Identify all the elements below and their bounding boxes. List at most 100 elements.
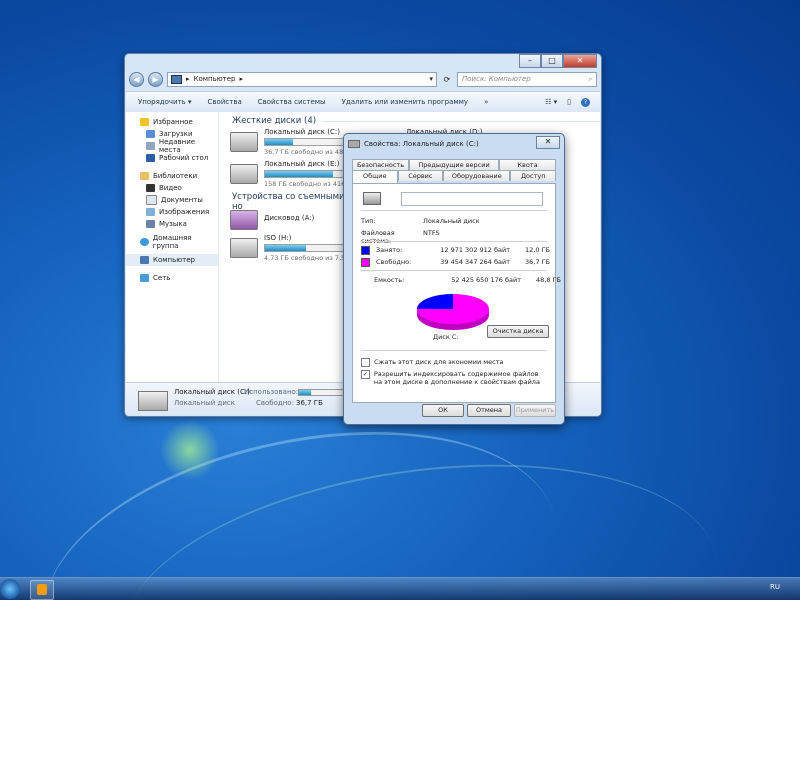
images-icon: [146, 208, 155, 216]
drive-name: Дисковод (A:): [264, 214, 315, 222]
tab-security[interactable]: Безопасность: [352, 159, 409, 170]
help-icon[interactable]: ?: [581, 97, 590, 107]
search-placeholder: Поиск: Компьютер: [462, 75, 531, 83]
breadcrumb-separator-icon: ▸: [186, 75, 190, 83]
music-icon: [146, 220, 155, 228]
tab-tools[interactable]: Сервис: [397, 170, 444, 181]
usage-fill: [265, 245, 306, 251]
network-icon: [140, 274, 149, 282]
properties-dialog: Свойства: Локальный диск (C:) ✕ Безопасн…: [343, 133, 565, 425]
tab-hardware[interactable]: Оборудование: [443, 170, 511, 181]
dialog-title-bar[interactable]: Свойства: Локальный диск (C:): [348, 137, 560, 151]
compress-option[interactable]: Сжать этот диск для экономии места: [361, 358, 504, 367]
tab-general[interactable]: Общие: [352, 170, 398, 183]
taskbar: RU: [0, 577, 800, 600]
nav-music[interactable]: Музыка: [126, 218, 218, 230]
language-indicator[interactable]: RU: [770, 583, 780, 591]
hard-drive-icon: [230, 164, 258, 184]
minimize-button[interactable]: –: [519, 54, 541, 68]
address-row: ◀ ▶ ▸ Компьютер ▸ ▾ ⟳ Поиск: Компьютер ⌕: [129, 71, 597, 87]
free-color-swatch: [361, 258, 370, 267]
volume-label-input[interactable]: [401, 192, 543, 206]
recent-places-icon: [146, 142, 155, 150]
capacity-row: Емкость: 52 425 650 176 байт 48,8 ГБ: [374, 276, 561, 284]
nav-libraries[interactable]: Библиотеки: [126, 170, 218, 182]
breadcrumb-separator-icon: ▸: [239, 75, 243, 83]
star-icon: [140, 118, 149, 126]
uninstall-button[interactable]: Удалить или изменить программу: [342, 98, 468, 106]
homegroup-icon: [140, 238, 149, 246]
media-player-icon: [37, 584, 47, 595]
nav-favorites[interactable]: Избранное: [126, 116, 218, 128]
start-button[interactable]: [0, 579, 20, 599]
taskbar-media-app[interactable]: [30, 580, 54, 600]
wallpaper-glow: [160, 420, 220, 480]
used-row: Занято: 12 971 302 912 байт 12,0 ГБ: [361, 246, 550, 255]
more-commands-button[interactable]: »: [484, 98, 488, 106]
optical-drive-icon: [230, 238, 258, 258]
computer-icon: [171, 74, 182, 84]
used-color-swatch: [361, 246, 370, 255]
group-header-hdd[interactable]: Жесткие диски (4): [232, 116, 600, 126]
tab-sharing[interactable]: Доступ: [510, 170, 557, 181]
nav-documents[interactable]: Документы: [126, 194, 218, 206]
documents-icon: [146, 195, 157, 205]
free-row: Свободно: 39 454 347 264 байт 36,7 ГБ: [361, 258, 550, 267]
compress-checkbox[interactable]: [361, 358, 370, 367]
forward-button[interactable]: ▶: [148, 71, 163, 87]
dialog-title: Свойства: Локальный диск (C:): [364, 140, 479, 148]
breadcrumb-computer[interactable]: Компьютер: [194, 75, 236, 83]
used-slice: [417, 294, 453, 309]
nav-images[interactable]: Изображения: [126, 206, 218, 218]
details-free-label: Свободно:: [256, 399, 294, 407]
chevron-down-icon[interactable]: ▾: [429, 75, 433, 83]
computer-icon: [140, 256, 149, 264]
tab-quota[interactable]: Квота: [499, 159, 556, 170]
disk-label: Диск C:: [433, 333, 459, 341]
view-options-icon[interactable]: ☷ ▾: [545, 98, 557, 107]
command-bar: Упорядочить ▾ Свойства Свойства системы …: [126, 91, 600, 113]
downloads-icon: [146, 130, 155, 138]
hard-drive-icon: [363, 192, 381, 205]
nav-video[interactable]: Видео: [126, 182, 218, 194]
nav-network[interactable]: Сеть: [126, 272, 218, 284]
nav-computer[interactable]: Компьютер: [126, 254, 218, 266]
address-bar[interactable]: ▸ Компьютер ▸ ▾: [167, 71, 437, 87]
close-button[interactable]: ✕: [563, 54, 597, 68]
preview-pane-icon[interactable]: ▯: [567, 98, 571, 107]
disk-cleanup-button[interactable]: Очистка диска: [487, 325, 549, 338]
nav-homegroup[interactable]: Домашняя группа: [126, 234, 218, 250]
hard-drive-icon: [230, 132, 258, 152]
type-row: Тип: Локальный диск: [361, 217, 480, 225]
index-checkbox[interactable]: ✓: [361, 370, 370, 379]
back-button[interactable]: ◀: [129, 71, 144, 87]
hard-drive-icon: [348, 140, 360, 148]
details-usage-bar: [298, 389, 346, 396]
properties-button[interactable]: Свойства: [208, 98, 242, 106]
drive-a[interactable]: Дисковод (A:): [230, 206, 314, 230]
maximize-button[interactable]: □: [541, 54, 563, 68]
apply-button[interactable]: Применить: [514, 404, 556, 417]
organize-button[interactable]: Упорядочить ▾: [138, 98, 192, 106]
search-icon: ⌕: [588, 74, 592, 83]
hard-drive-icon: [138, 391, 168, 411]
index-option[interactable]: ✓ Разрешить индексировать содержимое файл…: [361, 370, 541, 386]
usage-fill: [299, 390, 311, 395]
usage-fill: [265, 139, 293, 145]
system-properties-button[interactable]: Свойства системы: [258, 98, 326, 106]
search-input[interactable]: Поиск: Компьютер ⌕: [457, 71, 597, 87]
general-tab-panel: Тип: Локальный диск Файловая система: NTFS…: [352, 183, 561, 403]
details-used-label: Использовано:: [244, 388, 299, 396]
details-drive-type: Локальный диск: [174, 399, 236, 407]
nav-desktop[interactable]: Рабочий стол: [126, 152, 218, 164]
window-caption[interactable]: – □ ✕: [125, 54, 601, 68]
tab-strip: Безопасность Предыдущие версии Квота Общ…: [352, 159, 557, 183]
nav-recent[interactable]: Недавние места: [126, 138, 218, 154]
filesystem-row: Файловая система: NTFS: [361, 229, 440, 245]
ok-button[interactable]: ОК: [422, 404, 464, 417]
dialog-close-button[interactable]: ✕: [536, 136, 560, 149]
video-icon: [146, 184, 155, 192]
refresh-icon[interactable]: ⟳: [441, 73, 453, 86]
cancel-button[interactable]: Отмена: [467, 404, 511, 417]
tab-previous-versions[interactable]: Предыдущие версии: [409, 159, 499, 170]
